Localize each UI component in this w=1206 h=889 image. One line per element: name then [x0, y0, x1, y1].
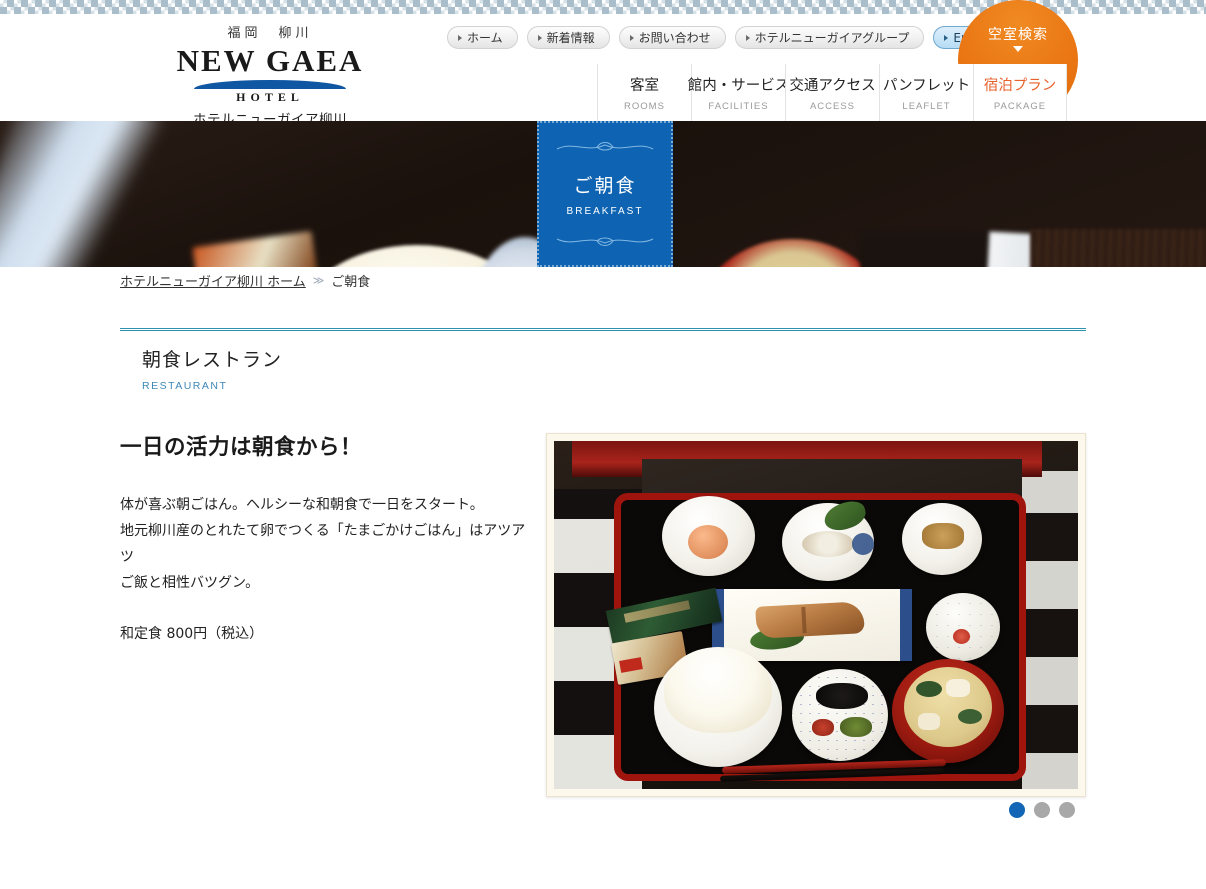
breadcrumb-separator-icon: ≫: [312, 274, 325, 287]
content-heading: 一日の活力は朝食から！: [120, 435, 363, 460]
logo-location: 福岡 柳川: [227, 26, 313, 41]
top-link-news[interactable]: 新着情報: [526, 26, 610, 49]
breadcrumb: ホテルニューガイア柳川 ホーム ≫ ご朝食: [120, 271, 370, 290]
content-paragraph-line: ご飯と相性バツグン。: [120, 574, 260, 591]
content-text-column: 一日の活力は朝食から！ 体が喜ぶ朝ごはん。ヘルシーな和朝食で一日をスタート。 地…: [120, 430, 530, 643]
nav-item-package[interactable]: 宿泊プラン PACKAGE: [973, 64, 1067, 121]
hero-banner: ご朝食 BREAKFAST: [0, 121, 1206, 267]
nav-item-leaflet[interactable]: パンフレット LEAFLET: [879, 64, 973, 121]
top-link-label: お問い合わせ: [638, 31, 711, 45]
nav-item-label-jp: 客室: [630, 77, 659, 94]
slider-dot-3[interactable]: [1059, 802, 1075, 818]
slider-dot-1[interactable]: [1009, 802, 1025, 818]
main-nav: 客室 ROOMS 館内・サービス FACILITIES 交通アクセス ACCES…: [597, 64, 1067, 121]
nav-item-label-jp: パンフレット: [882, 77, 971, 94]
nav-item-label-en: LEAFLET: [902, 100, 951, 112]
triangle-right-icon: [629, 34, 634, 41]
nav-item-label-en: FACILITIES: [708, 100, 769, 112]
top-link-home[interactable]: ホーム: [447, 26, 518, 49]
slider-pagination: [1009, 802, 1075, 818]
top-link-label: ホテルニューガイアグループ: [754, 31, 910, 45]
section-title-jp: 朝食レストラン: [142, 349, 283, 371]
page-root: 福岡 柳川 NEW GAEA HOTEL ホテルニューガイア柳川 ホーム 新着情…: [0, 0, 1206, 889]
nav-item-label-jp: 宿泊プラン: [983, 77, 1057, 94]
flourish-ornament-icon: [556, 237, 654, 246]
flourish-ornament-icon: [556, 142, 654, 151]
nav-item-label-jp: 館内・サービス: [687, 77, 790, 94]
nav-item-label-jp: 交通アクセス: [789, 77, 876, 94]
content-paragraph-line: 地元柳川産のとれたて卵でつくる「たまごかけごはん」はアツアツ: [120, 522, 526, 565]
content-price: 和定食 800円（税込）: [120, 625, 264, 642]
logo-brand-sub: HOTEL: [236, 89, 304, 104]
triangle-right-icon: [458, 34, 462, 41]
top-link-contact[interactable]: お問い合わせ: [618, 26, 726, 49]
nav-item-label-en: ROOMS: [624, 100, 665, 112]
triangle-right-icon: [537, 34, 542, 41]
hero-badge-title-jp: ご朝食: [573, 175, 637, 197]
chevron-down-icon: [1013, 46, 1023, 52]
hero-badge: ご朝食 BREAKFAST: [537, 121, 673, 267]
hero-badge-title-en: BREAKFAST: [566, 206, 644, 217]
triangle-right-icon: [745, 34, 750, 41]
breakfast-photo-frame: [546, 433, 1086, 797]
breakfast-photo: [554, 441, 1078, 789]
logo-brand: NEW GAEA: [176, 43, 364, 78]
site-logo[interactable]: 福岡 柳川 NEW GAEA HOTEL ホテルニューガイア柳川: [120, 22, 420, 128]
content-paragraph: 体が喜ぶ朝ごはん。ヘルシーな和朝食で一日をスタート。 地元柳川産のとれたて卵でつ…: [120, 493, 530, 597]
logo-swoosh-icon: [194, 79, 346, 89]
section-title-en: RESTAURANT: [142, 380, 228, 392]
section-title: 朝食レストラン RESTAURANT: [142, 345, 282, 392]
breadcrumb-current: ご朝食: [331, 275, 371, 290]
section-divider: [120, 328, 1086, 331]
top-link-label: ホーム: [467, 31, 503, 45]
nav-item-label-en: ACCESS: [809, 100, 856, 112]
nav-item-label-en: PACKAGE: [993, 100, 1047, 112]
content-paragraph-line: 体が喜ぶ朝ごはん。ヘルシーな和朝食で一日をスタート。: [120, 497, 484, 513]
triangle-right-icon: [944, 34, 949, 41]
site-header: 福岡 柳川 NEW GAEA HOTEL ホテルニューガイア柳川 ホーム 新着情…: [0, 0, 1206, 128]
slider-dot-2[interactable]: [1034, 802, 1050, 818]
top-link-label: 新着情報: [546, 31, 595, 45]
top-link-group[interactable]: ホテルニューガイアグループ: [734, 26, 925, 49]
nav-item-rooms[interactable]: 客室 ROOMS: [597, 64, 691, 121]
nav-item-access[interactable]: 交通アクセス ACCESS: [785, 64, 879, 121]
nav-item-facilities[interactable]: 館内・サービス FACILITIES: [688, 64, 789, 121]
breadcrumb-home-link[interactable]: ホテルニューガイア柳川 ホーム: [120, 271, 306, 290]
top-links-nav: ホーム 新着情報 お問い合わせ ホテルニューガイアグループ English: [447, 26, 1012, 49]
vacancy-search-label: 空室検索: [988, 27, 1048, 43]
